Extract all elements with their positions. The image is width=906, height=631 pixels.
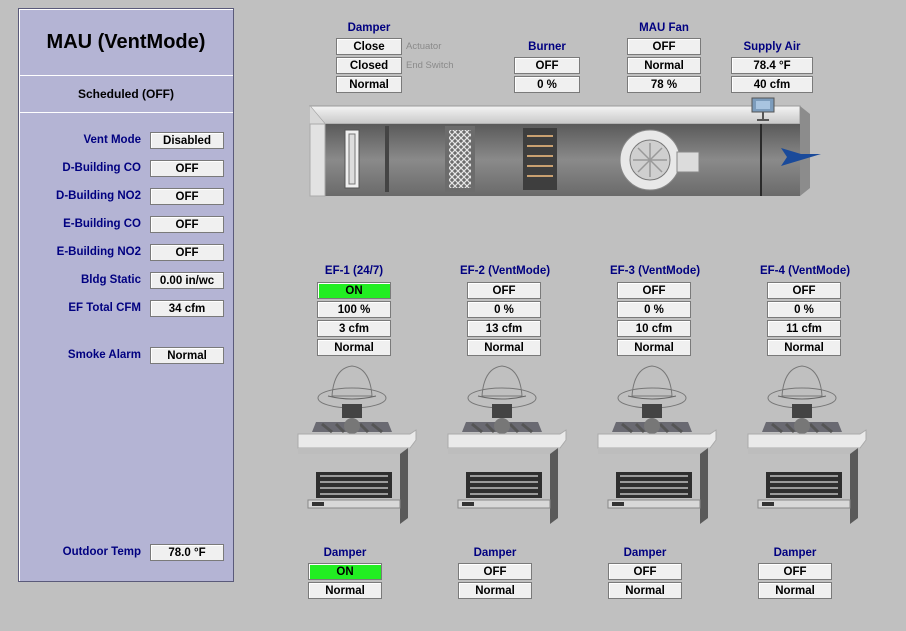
ef-2-title: EF-2 (VentMode): [459, 265, 551, 277]
supply-air-temp-value[interactable]: 78.4 °F: [731, 57, 813, 74]
supply-air-flow-value[interactable]: 40 cfm: [731, 76, 813, 93]
actuator-note: Actuator: [406, 41, 442, 52]
ef-2-damper-state-value[interactable]: OFF: [458, 563, 532, 580]
ef-3-damper-title: Damper: [623, 547, 667, 559]
d-building-co-value[interactable]: OFF: [150, 160, 224, 177]
ef-1-status-value[interactable]: Normal: [317, 339, 391, 356]
d-building-no2-value[interactable]: OFF: [150, 188, 224, 205]
mau-fan-title: MAU Fan: [639, 22, 689, 34]
ef-1-state-value[interactable]: ON: [317, 282, 391, 299]
ef-1-damper-title: Damper: [323, 547, 367, 559]
exhaust-fan-3-graphic: [597, 365, 717, 524]
vent-mode-value[interactable]: Disabled: [150, 132, 224, 149]
ef-4-speed-value[interactable]: 0 %: [767, 301, 841, 318]
vent-mode-label: Vent Mode: [83, 134, 141, 146]
ef-total-cfm-value[interactable]: 34 cfm: [150, 300, 224, 317]
ef-1-flow-value[interactable]: 3 cfm: [317, 320, 391, 337]
ef-3-damper-status-value[interactable]: Normal: [608, 582, 682, 599]
damper-status-value[interactable]: Normal: [336, 76, 402, 93]
exhaust-fan-4-graphic: [747, 365, 867, 524]
exhaust-fan-1-graphic: [297, 365, 417, 524]
e-building-co-label: E-Building CO: [63, 218, 141, 230]
d-building-co-label: D-Building CO: [62, 162, 141, 174]
ef-2-flow-value[interactable]: 13 cfm: [467, 320, 541, 337]
ef-4-title: EF-4 (VentMode): [759, 265, 851, 277]
burner-state-value[interactable]: OFF: [514, 57, 580, 74]
damper-actuator-value[interactable]: Close: [336, 38, 402, 55]
d-building-no2-label: D-Building NO2: [56, 190, 141, 202]
e-building-no2-value[interactable]: OFF: [150, 244, 224, 261]
ef-4-status-value[interactable]: Normal: [767, 339, 841, 356]
damper-title: Damper: [347, 22, 391, 34]
end-switch-note: End Switch: [406, 60, 454, 71]
smoke-alarm-value[interactable]: Normal: [150, 347, 224, 364]
e-building-co-value[interactable]: OFF: [150, 216, 224, 233]
page-title: MAU (VentMode): [19, 9, 233, 76]
ef-3-flow-value[interactable]: 10 cfm: [617, 320, 691, 337]
mau-info-panel: MAU (VentMode) Scheduled (OFF) Vent Mode…: [18, 8, 234, 582]
burner-title: Burner: [528, 41, 566, 53]
damper-end-switch-value[interactable]: Closed: [336, 57, 402, 74]
mau-unit-graphic: [308, 97, 821, 197]
ef-total-cfm-label: EF Total CFM: [68, 302, 141, 314]
mau-fan-status-value[interactable]: Normal: [627, 57, 701, 74]
ef-4-damper-title: Damper: [773, 547, 817, 559]
bldg-static-label: Bldg Static: [80, 274, 141, 286]
ef-1-damper-state-value[interactable]: ON: [308, 563, 382, 580]
ef-4-damper-status-value[interactable]: Normal: [758, 582, 832, 599]
outdoor-temp-label: Outdoor Temp: [62, 546, 141, 558]
ef-1-damper-status-value[interactable]: Normal: [308, 582, 382, 599]
mau-fan-state-value[interactable]: OFF: [627, 38, 701, 55]
exhaust-fan-2-graphic: [447, 365, 567, 524]
bldg-static-value[interactable]: 0.00 in/wc: [150, 272, 224, 289]
ef-3-speed-value[interactable]: 0 %: [617, 301, 691, 318]
supply-air-title: Supply Air: [743, 41, 801, 53]
ef-2-speed-value[interactable]: 0 %: [467, 301, 541, 318]
schedule-status: Scheduled (OFF): [19, 76, 233, 113]
ef-3-title: EF-3 (VentMode): [609, 265, 701, 277]
e-building-no2-label: E-Building NO2: [56, 246, 141, 258]
ef-3-damper-state-value[interactable]: OFF: [608, 563, 682, 580]
outdoor-temp-value[interactable]: 78.0 °F: [150, 544, 224, 561]
smoke-alarm-label: Smoke Alarm: [67, 349, 141, 361]
ef-2-damper-status-value[interactable]: Normal: [458, 582, 532, 599]
mau-fan-speed-value[interactable]: 78 %: [627, 76, 701, 93]
ef-4-state-value[interactable]: OFF: [767, 282, 841, 299]
burner-output-value[interactable]: 0 %: [514, 76, 580, 93]
ef-2-status-value[interactable]: Normal: [467, 339, 541, 356]
ef-4-damper-state-value[interactable]: OFF: [758, 563, 832, 580]
ef-2-state-value[interactable]: OFF: [467, 282, 541, 299]
ef-4-flow-value[interactable]: 11 cfm: [767, 320, 841, 337]
ef-2-damper-title: Damper: [473, 547, 517, 559]
ef-1-title: EF-1 (24/7): [324, 265, 384, 277]
ef-3-status-value[interactable]: Normal: [617, 339, 691, 356]
ef-3-state-value[interactable]: OFF: [617, 282, 691, 299]
ef-1-speed-value[interactable]: 100 %: [317, 301, 391, 318]
